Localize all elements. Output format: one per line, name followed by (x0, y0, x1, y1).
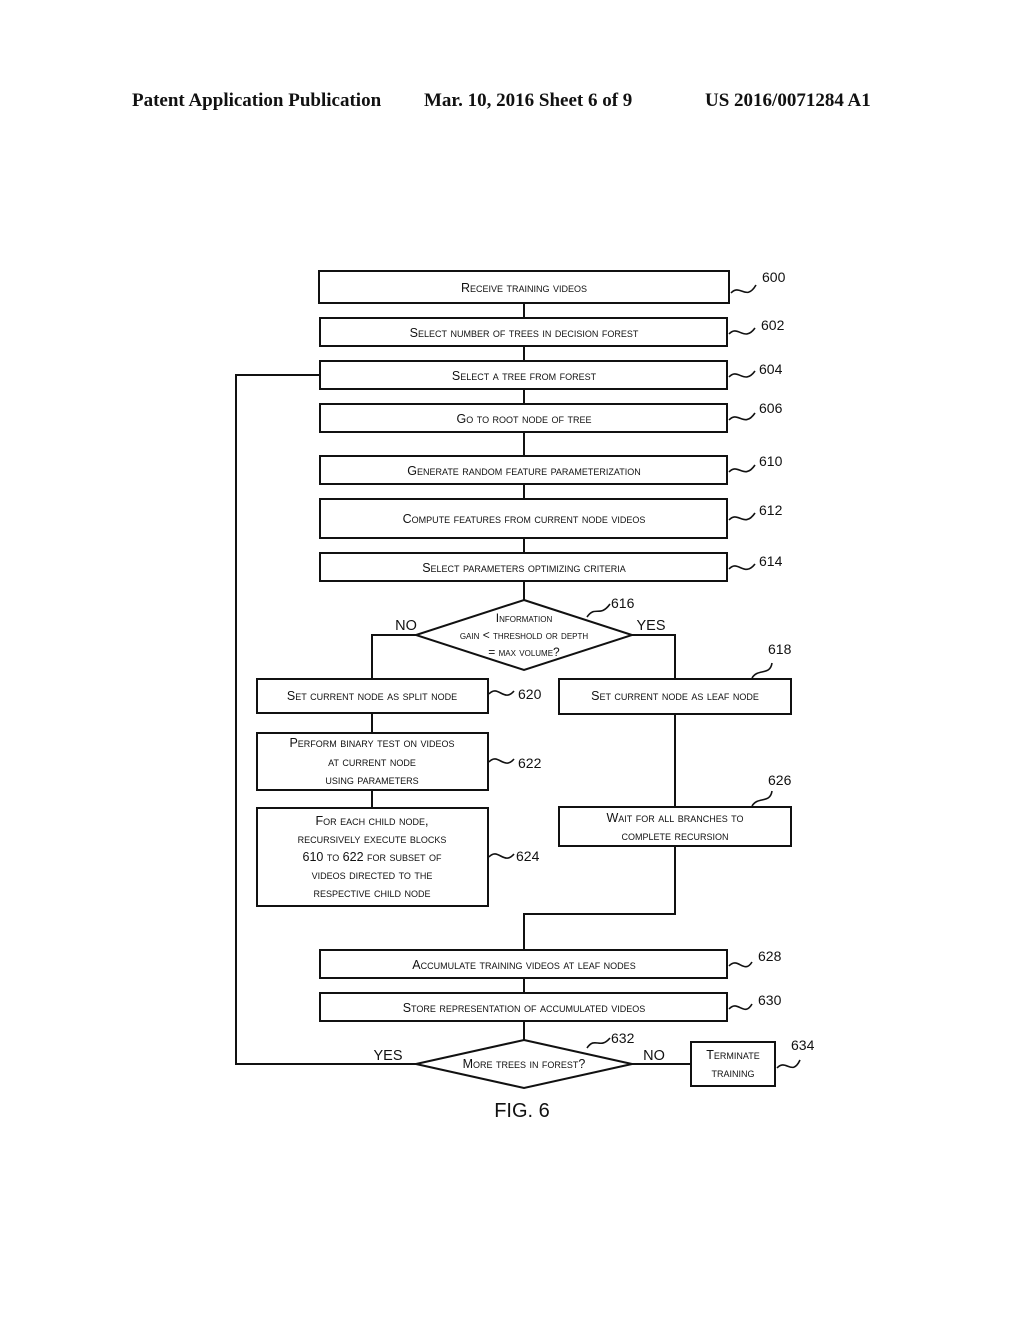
step-606-text: Go to root node of tree (457, 412, 592, 426)
ref-624: 624 (516, 848, 540, 864)
ref-leader-620 (488, 690, 515, 696)
ref-632: 632 (611, 1030, 635, 1046)
ref-leader-622 (488, 758, 515, 764)
decision-616-yes-label: YES (636, 618, 665, 634)
step-620: Set current node as split node 620 (256, 678, 542, 714)
step-604: Select a tree from forest 604 (319, 360, 783, 390)
ref-leader-616 (586, 603, 611, 618)
ref-634: 634 (791, 1037, 815, 1053)
step-628: Accumulate training videos at leaf nodes… (319, 948, 782, 979)
ref-leader-612 (728, 512, 756, 521)
ref-600: 600 (762, 269, 786, 285)
decision-632: More trees in forest? 632 YES NO (373, 1030, 665, 1090)
ref-leader-630 (728, 1003, 753, 1011)
step-614-text: Select parameters optimizing criteria (422, 561, 626, 575)
ref-602: 602 (761, 317, 785, 333)
decision-632-yes-label: YES (373, 1048, 402, 1064)
step-624-line-3: 610 to 622 for subset of (303, 850, 442, 864)
ref-leader-632 (586, 1037, 611, 1049)
step-602-text: Select number of trees in decision fores… (410, 326, 639, 340)
step-610-text: Generate random feature parameterization (407, 464, 641, 478)
step-614: Select parameters optimizing criteria 61… (319, 552, 783, 582)
step-628-text: Accumulate training videos at leaf nodes (412, 958, 635, 972)
ref-604: 604 (759, 361, 783, 377)
ref-leader-602 (728, 327, 756, 335)
ref-622: 622 (518, 755, 542, 771)
step-634: Terminate training 634 (690, 1037, 815, 1087)
ref-leader-628 (728, 961, 753, 968)
step-624-line-5: respective child node (314, 886, 431, 900)
ref-leader-606 (728, 412, 756, 421)
ref-612: 612 (759, 502, 783, 518)
connector-616-no (371, 634, 416, 679)
decision-632-no-label: NO (643, 1048, 665, 1064)
ref-610: 610 (759, 453, 783, 469)
ref-leader-634 (776, 1059, 801, 1069)
step-622: Perform binary test on videos at current… (256, 732, 542, 791)
decision-616-no-label: NO (395, 618, 417, 634)
step-622-line-3: using parameters (325, 773, 418, 787)
step-624-line-4: videos directed to the (312, 868, 433, 882)
step-612-text: Compute features from current node video… (403, 512, 646, 526)
step-622-line-1: Perform binary test on videos (289, 736, 454, 750)
ref-630: 630 (758, 992, 782, 1008)
connector-616-yes (632, 634, 676, 679)
step-610: Generate random feature parameterization… (319, 453, 783, 485)
flowchart: Receive training videos 600 Select numbe… (235, 269, 815, 1122)
step-626-line-1: Wait for all branches to (606, 811, 743, 825)
ref-618: 618 (768, 641, 792, 657)
decision-616-line-1: Information (496, 611, 553, 625)
ref-628: 628 (758, 948, 782, 964)
step-606: Go to root node of tree 606 (319, 400, 783, 433)
step-624-line-2: recursively execute blocks (298, 832, 447, 846)
ref-620: 620 (518, 686, 542, 702)
ref-leader-600 (730, 284, 757, 294)
step-630-text: Store representation of accumulated vide… (403, 1001, 646, 1015)
ref-614: 614 (759, 553, 783, 569)
step-620-text: Set current node as split node (287, 689, 457, 703)
decision-616-line-3: = max volume? (488, 645, 560, 659)
ref-leader-614 (728, 563, 756, 571)
ref-leader-624 (488, 853, 515, 859)
ref-leader-604 (728, 370, 756, 378)
step-630: Store representation of accumulated vide… (319, 992, 782, 1022)
ref-leader-626 (751, 790, 773, 807)
step-602: Select number of trees in decision fores… (319, 317, 785, 347)
step-634-line-2: training (711, 1066, 754, 1080)
ref-leader-610 (728, 464, 756, 473)
decision-632-text: More trees in forest? (463, 1057, 586, 1071)
step-604-text: Select a tree from forest (452, 369, 597, 383)
step-618-text: Set current node as leaf node (591, 689, 759, 703)
figure-label: FIG. 6 (494, 1100, 550, 1122)
step-600-text: Receive training videos (461, 281, 587, 295)
ref-616: 616 (611, 595, 635, 611)
ref-626: 626 (768, 772, 792, 788)
step-600: Receive training videos 600 (318, 269, 786, 304)
step-624-line-1: For each child node, (315, 814, 428, 828)
decision-616-line-2: gain < threshold or depth (460, 628, 589, 642)
step-622-line-2: at current node (328, 755, 416, 769)
step-626-line-2: complete recursion (622, 829, 729, 843)
connector-626-628 (523, 846, 676, 950)
step-612: Compute features from current node video… (319, 498, 783, 539)
ref-leader-618 (751, 662, 773, 679)
step-634-line-1: Terminate (706, 1048, 759, 1062)
decision-616: Information gain < threshold or depth = … (395, 595, 666, 672)
step-624: For each child node, recursively execute… (256, 807, 540, 907)
ref-606: 606 (759, 400, 783, 416)
